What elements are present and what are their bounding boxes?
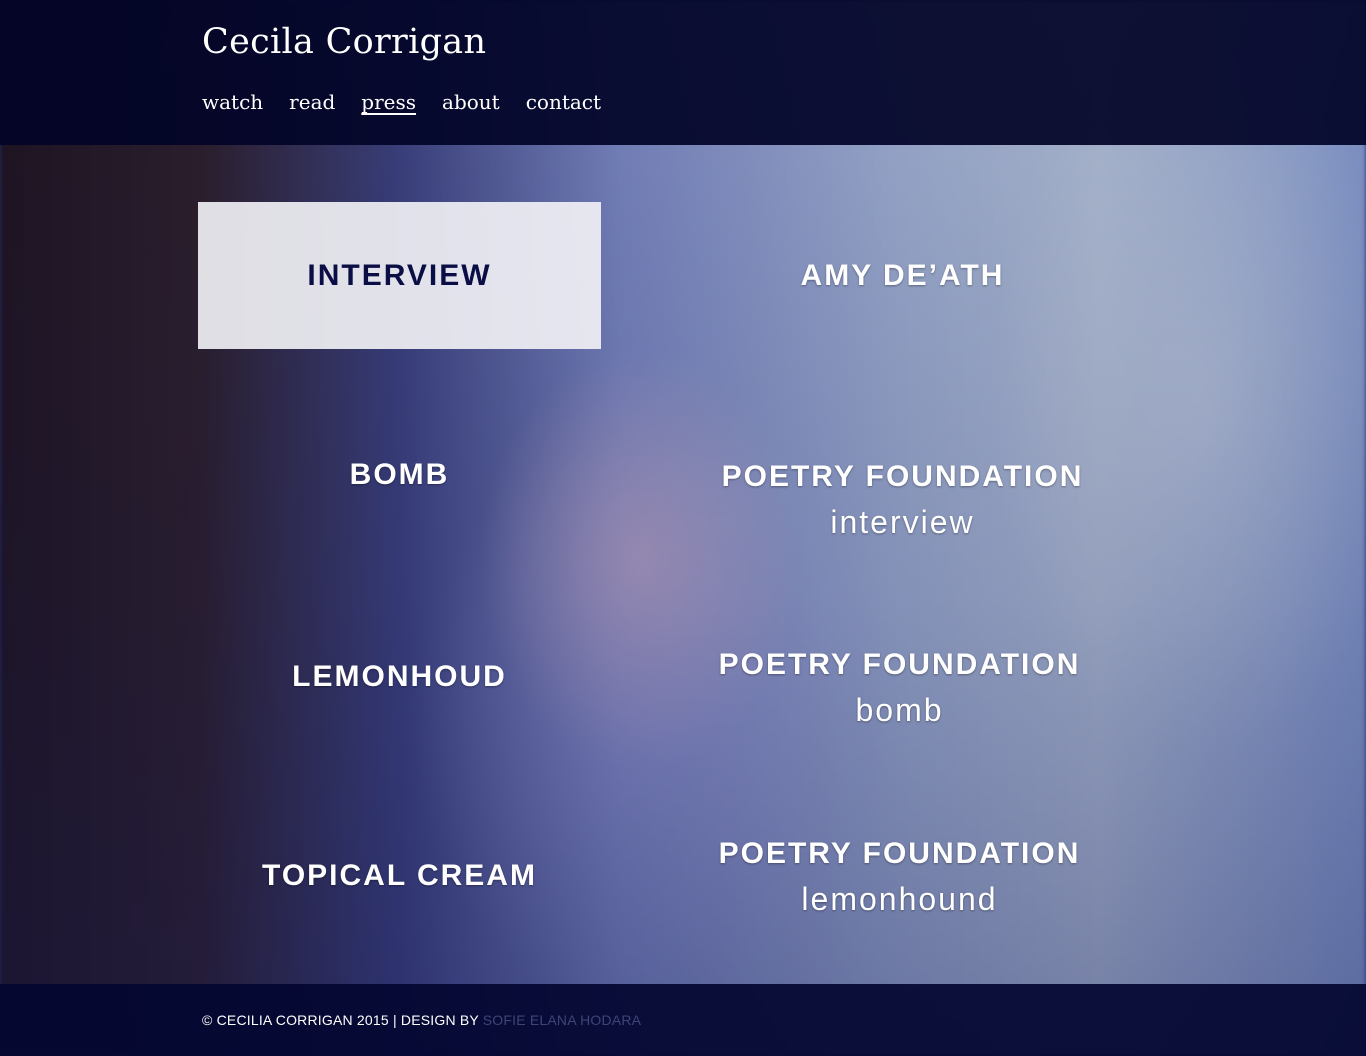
press-item-amy-death[interactable]: AMY DE’ATH bbox=[701, 202, 1104, 349]
press-item-subtitle: lemonhound bbox=[801, 881, 998, 917]
press-item-title: POETRY FOUNDATION bbox=[721, 460, 1084, 493]
press-item-title: INTERVIEW bbox=[307, 258, 492, 292]
press-item-lemonhoud[interactable]: LEMONHOUD bbox=[198, 603, 601, 750]
press-item-title: POETRY FOUNDATION bbox=[718, 648, 1081, 681]
press-item-poetry-foundation-interview[interactable]: POETRY FOUNDATION interview bbox=[701, 427, 1104, 574]
press-item-subtitle: bomb bbox=[855, 692, 944, 728]
press-item-title: LEMONHOUD bbox=[292, 659, 507, 693]
press-item-subtitle: interview bbox=[830, 504, 975, 540]
nav-item-about[interactable]: about bbox=[442, 90, 500, 114]
site-footer: © CECILIA CORRIGAN 2015 | DESIGN BY SOFI… bbox=[0, 984, 1366, 1056]
nav-item-press[interactable]: press bbox=[361, 90, 416, 114]
designer-link[interactable]: SOFIE ELANA HODARA bbox=[483, 1012, 641, 1028]
press-item-topical-cream[interactable]: TOPICAL CREAM bbox=[198, 802, 601, 949]
press-item-title: POETRY FOUNDATION bbox=[718, 837, 1081, 870]
site-header: Cecila Corrigan watch read press about c… bbox=[0, 0, 1366, 145]
press-item-poetry-foundation-bomb[interactable]: POETRY FOUNDATION bomb bbox=[698, 615, 1101, 762]
press-item-bomb[interactable]: BOMB bbox=[198, 401, 601, 548]
press-item-title: TOPICAL CREAM bbox=[262, 858, 537, 892]
site-title[interactable]: Cecila Corrigan bbox=[202, 22, 486, 62]
press-item-poetry-foundation-lemonhound[interactable]: POETRY FOUNDATION lemonhound bbox=[698, 804, 1101, 951]
nav-item-read[interactable]: read bbox=[289, 90, 335, 114]
main-nav: watch read press about contact bbox=[202, 90, 601, 114]
copyright-text: © CECILIA CORRIGAN 2015 | DESIGN BY bbox=[202, 1012, 483, 1028]
press-item-title: AMY DE’ATH bbox=[800, 258, 1005, 292]
press-item-interview[interactable]: INTERVIEW bbox=[198, 202, 601, 349]
footer-credits: © CECILIA CORRIGAN 2015 | DESIGN BY SOFI… bbox=[202, 1012, 641, 1028]
press-item-title: BOMB bbox=[349, 457, 450, 491]
nav-item-contact[interactable]: contact bbox=[526, 90, 601, 114]
nav-item-watch[interactable]: watch bbox=[202, 90, 263, 114]
